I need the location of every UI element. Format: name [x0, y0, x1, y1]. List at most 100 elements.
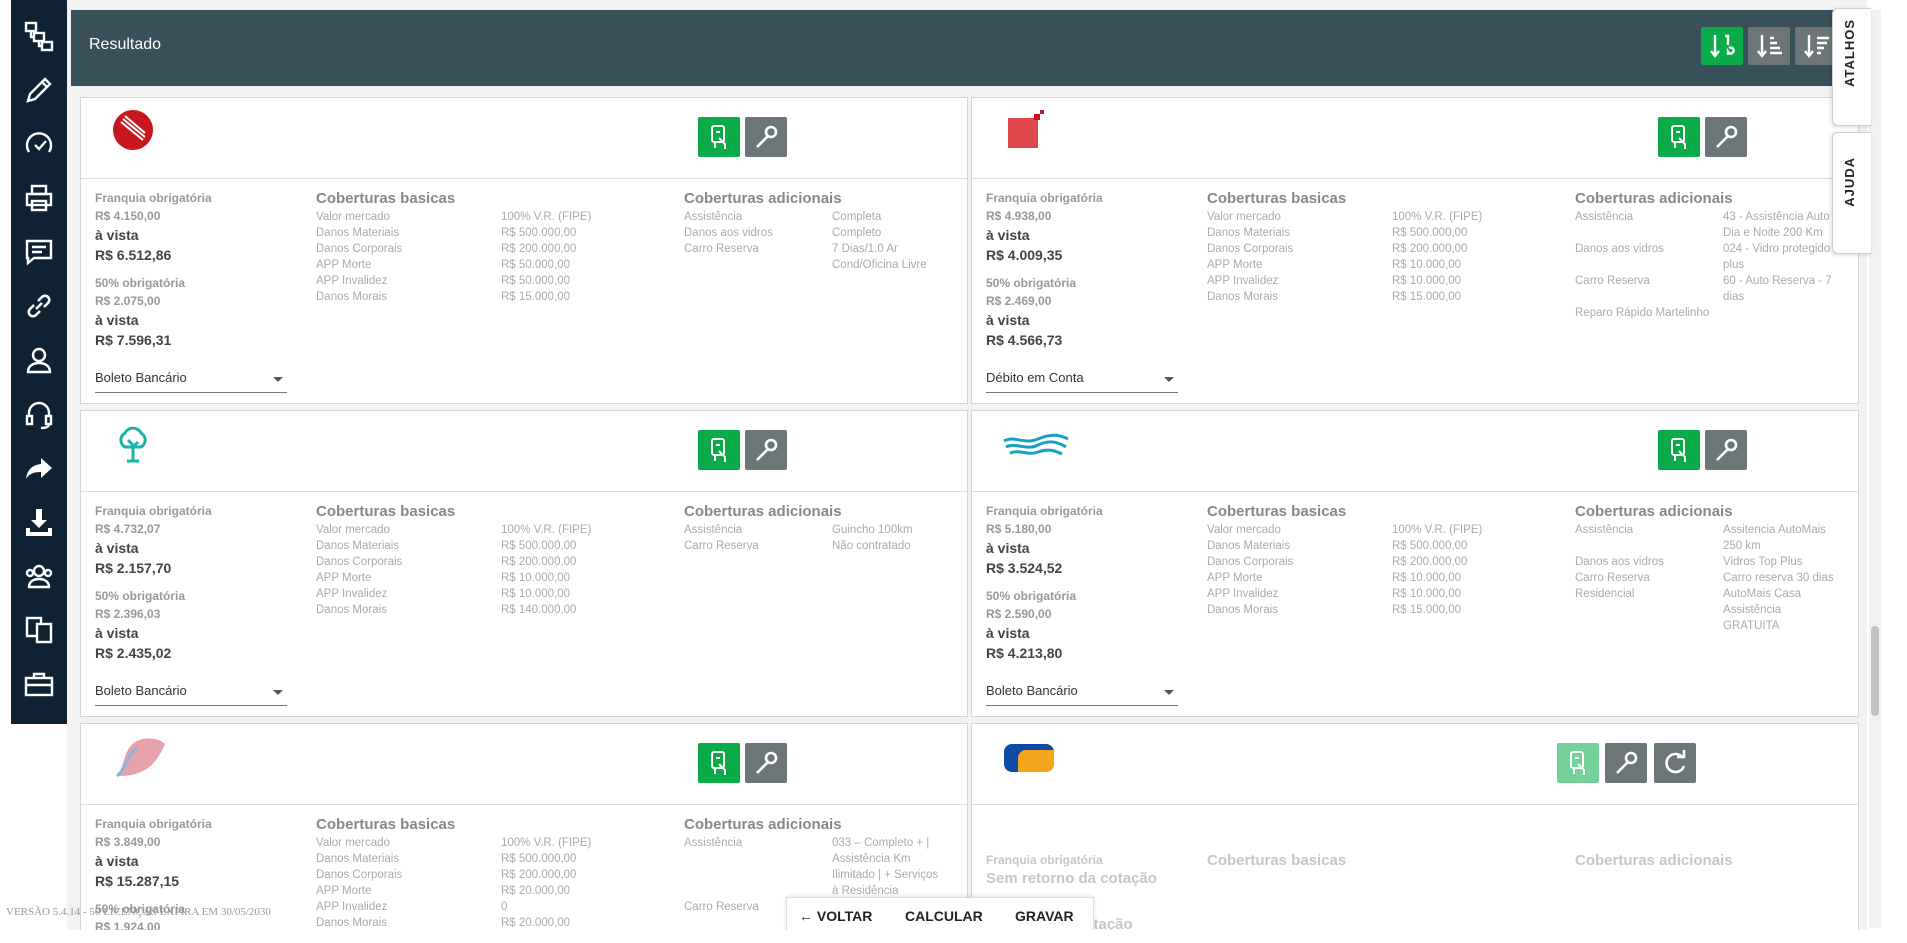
price-block: Franquia obrigatória R$ 4.938,00 à vista…: [986, 190, 1186, 360]
refresh-button[interactable]: [1654, 743, 1696, 783]
cinquenta-label: 50% obrigatória: [986, 276, 1077, 290]
cinquenta-label: 50% obrigatória: [986, 589, 1077, 603]
sidebar-item-edit[interactable]: [11, 68, 67, 112]
additional-coverages-title: Coberturas adicionais: [684, 816, 842, 833]
sidebar-item-flow[interactable]: [11, 14, 67, 58]
coverage-value: R$ 50.000,00: [501, 259, 571, 271]
wave-logo-icon: [1003, 433, 1069, 456]
franquia-value: R$ 4.150,00: [95, 209, 161, 223]
additional-coverages-title: Coberturas adicionais: [684, 503, 842, 520]
contract-button[interactable]: [698, 117, 740, 157]
coverage-value: AutoMais Casa Assistência GRATUITA: [1723, 588, 1801, 632]
action-footer: ← VOLTAR CALCULAR GRAVAR: [786, 897, 1094, 932]
coverage-value: R$ 500.000,00: [501, 540, 577, 552]
sidebar-item-download[interactable]: [11, 500, 67, 544]
insurer-logo-2: [1002, 108, 1046, 152]
settings-button[interactable]: [1605, 743, 1647, 783]
link-icon: [27, 294, 51, 318]
sort-numeric-button[interactable]: [1701, 27, 1743, 65]
payment-select[interactable]: Débito em Conta: [986, 370, 1178, 393]
vista-label: à vista: [95, 312, 139, 328]
contract-button[interactable]: [698, 430, 740, 470]
cinquenta-total: R$ 7.596,31: [95, 332, 172, 348]
user-icon: [26, 347, 52, 374]
vista-label: à vista: [986, 540, 1030, 556]
scrollbar-thumb[interactable]: [1871, 626, 1879, 716]
sidebar-item-dashboard[interactable]: [11, 122, 67, 166]
settings-button[interactable]: [1705, 117, 1747, 157]
basic-coverages: Coberturas basicas Valor mercado 100% V.R…: [316, 816, 591, 931]
coverage-name: Danos Materiais: [316, 227, 400, 239]
contract-button[interactable]: [1658, 430, 1700, 470]
red-square-logo-icon: [1008, 110, 1044, 148]
wrench-icon: [756, 438, 778, 461]
additional-coverages-title: Coberturas adicionais: [1575, 190, 1733, 207]
coverage-name: Assistência: [684, 524, 743, 536]
coverage-value: Completo: [832, 227, 882, 239]
additional-coverages: Coberturas adicionais Assistência Complet…: [684, 190, 947, 273]
calcular-button[interactable]: CALCULAR: [905, 908, 983, 924]
additional-coverages-title: Coberturas adicionais: [1575, 503, 1733, 520]
sidebar-item-print[interactable]: [11, 176, 67, 220]
coverage-value: 024 - Vidro protegido plus: [1723, 243, 1831, 271]
hand-pay-icon: [711, 125, 726, 149]
coverage-name: Danos aos vidros: [684, 227, 773, 239]
contract-button[interactable]: [1557, 743, 1599, 783]
coverage-name: APP Morte: [316, 572, 372, 584]
vista-label: à vista: [986, 312, 1030, 328]
gravar-button[interactable]: GRAVAR: [1015, 908, 1074, 924]
payment-select[interactable]: Boleto Bancário: [986, 683, 1178, 706]
sidebar-item-users[interactable]: [11, 554, 67, 598]
coverage-name: APP Invalidez: [316, 901, 388, 913]
voltar-button[interactable]: ← VOLTAR: [799, 908, 872, 924]
contract-button[interactable]: [1658, 117, 1700, 157]
settings-button[interactable]: [745, 743, 787, 783]
cinquenta-value: R$ 2.469,00: [986, 294, 1052, 308]
sidebar-item-link[interactable]: [11, 284, 67, 328]
additional-coverages: Coberturas adicionais Assistência Guincho…: [684, 503, 947, 554]
payment-value: Boleto Bancário: [986, 683, 1078, 698]
card-divider: [972, 804, 1858, 805]
sidebar-item-briefcase[interactable]: [11, 662, 67, 706]
cinquenta-value: R$ 2.396,03: [95, 607, 161, 621]
payment-select[interactable]: Boleto Bancário: [95, 370, 287, 393]
sort-desc-button[interactable]: [1795, 27, 1837, 65]
coverage-value: 100% V.R. (FIPE): [501, 524, 592, 536]
coverage-value: R$ 20.000,00: [501, 917, 571, 929]
basic-coverages-title: Coberturas basicas: [316, 190, 456, 207]
sidebar-item-user[interactable]: [11, 338, 67, 382]
ajuda-tab[interactable]: AJUDA: [1832, 132, 1871, 254]
franquia-total: R$ 3.524,52: [986, 560, 1063, 576]
coverage-name: Assistência: [1575, 211, 1634, 223]
insurer-logo-3: [111, 421, 155, 465]
coverage-value: R$ 500.000,00: [1392, 540, 1468, 552]
coverage-value: R$ 10.000,00: [501, 572, 571, 584]
coverage-name: APP Invalidez: [316, 275, 388, 287]
coverage-value: 100% V.R. (FIPE): [501, 837, 592, 849]
sidebar: [11, 0, 67, 724]
settings-button[interactable]: [745, 117, 787, 157]
basic-coverages-title: Coberturas basicas: [1207, 190, 1347, 207]
cinquenta-label: 50% obrigatória: [95, 276, 186, 290]
flow-icon: [24, 21, 54, 52]
sidebar-item-copy[interactable]: [11, 608, 67, 652]
sidebar-item-chat[interactable]: [11, 230, 67, 274]
refresh-icon: [1665, 750, 1686, 774]
vista-label: à vista: [986, 227, 1030, 243]
sidebar-item-support[interactable]: [11, 392, 67, 436]
coverage-value: Completa: [832, 211, 882, 223]
coverage-value: R$ 200.000,00: [1392, 243, 1468, 255]
coverage-value: R$ 10.000,00: [1392, 259, 1462, 271]
basic-coverages: Coberturas basicas Valor mercado 100% V.R…: [1207, 503, 1482, 618]
cinquenta-total: R$ 2.435,02: [95, 645, 172, 661]
sort-asc-button[interactable]: [1748, 27, 1790, 65]
contract-button[interactable]: [698, 743, 740, 783]
settings-button[interactable]: [745, 430, 787, 470]
settings-button[interactable]: [1705, 430, 1747, 470]
atalhos-tab[interactable]: ATALHOS: [1832, 8, 1871, 126]
sidebar-item-share[interactable]: [11, 446, 67, 490]
franquia-label: Franquia obrigatória: [95, 817, 212, 831]
payment-select[interactable]: Boleto Bancário: [95, 683, 287, 706]
cinquenta-label: 50% obrigatória: [95, 589, 186, 603]
coverage-value: R$ 500.000,00: [501, 227, 577, 239]
